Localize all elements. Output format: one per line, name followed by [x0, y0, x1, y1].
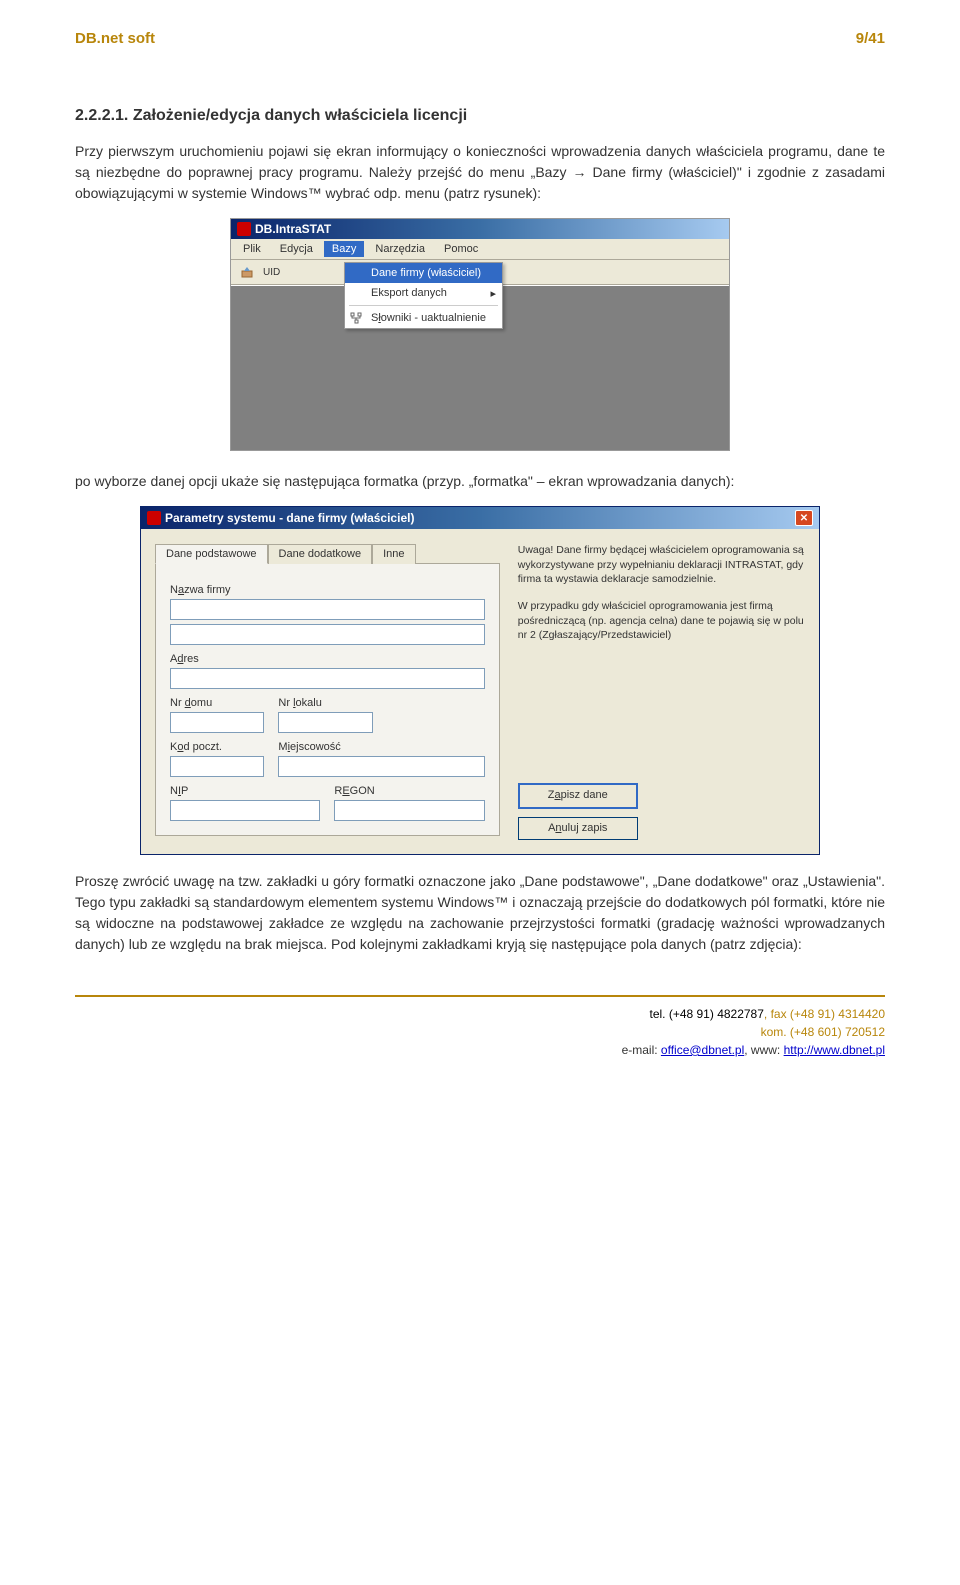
info-paragraph-1: Uwaga! Dane firmy będącej właścicielem o…: [518, 543, 805, 587]
nr-domu-field[interactable]: [170, 712, 264, 733]
regon-field[interactable]: [334, 800, 484, 821]
tab-panel: Nazwa firmy Adres Nr domu Nr lokalu: [155, 563, 500, 836]
dropdown-item-slowniki[interactable]: Słowniki - uaktualnienie: [345, 308, 502, 328]
dialog-icon: [147, 511, 161, 525]
menu-plik[interactable]: Plik: [235, 241, 269, 257]
tree-icon: [349, 311, 363, 325]
label-regon: REGON: [334, 785, 484, 797]
window-title: DB.IntraSTAT: [255, 222, 331, 236]
miejscowosc-field[interactable]: [278, 756, 484, 777]
close-icon[interactable]: ✕: [795, 510, 813, 526]
footer-tel: tel. (+48 91) 4822787: [649, 1007, 763, 1021]
toolbar-button-1[interactable]: [237, 263, 257, 281]
screenshot-intrastat-menu: DB.IntraSTAT Plik Edycja Bazy Narzędzia …: [230, 218, 730, 451]
dialog-titlebar: Parametry systemu - dane firmy (właścici…: [141, 507, 819, 529]
menu-edycja[interactable]: Edycja: [272, 241, 321, 257]
dropdown-item-eksport[interactable]: Eksport danych: [345, 283, 502, 303]
footer-fax: , fax (+48 91) 4314420: [764, 1007, 885, 1021]
menu-pomoc[interactable]: Pomoc: [436, 241, 486, 257]
label-nip: NIP: [170, 785, 320, 797]
dropdown-separator: [349, 305, 498, 306]
menu-bazy[interactable]: Bazy: [324, 241, 364, 257]
nip-field[interactable]: [170, 800, 320, 821]
app-icon: [237, 222, 251, 236]
window-titlebar: DB.IntraSTAT: [231, 219, 729, 239]
label-kod: Kod poczt.: [170, 741, 264, 753]
anuluj-button[interactable]: Anuluj zapis: [518, 817, 638, 840]
dropdown-item-dane-firmy[interactable]: Dane firmy (właściciel): [345, 263, 502, 283]
info-paragraph-2: W przypadku gdy właściciel oprogramowani…: [518, 599, 805, 643]
paragraph-3: Proszę zwrócić uwagę na tzw. zakładki u …: [75, 871, 885, 955]
tab-dane-podstawowe[interactable]: Dane podstawowe: [155, 544, 268, 564]
nazwa-field[interactable]: [170, 599, 485, 620]
email-link[interactable]: office@dbnet.pl: [661, 1043, 744, 1057]
nr-lokalu-field[interactable]: [278, 712, 372, 733]
footer-kom: kom. (+48 601) 720512: [75, 1023, 885, 1041]
tab-dane-dodatkowe[interactable]: Dane dodatkowe: [268, 544, 373, 564]
label-nr-domu: Nr domu: [170, 697, 264, 709]
tab-inne[interactable]: Inne: [372, 544, 415, 564]
label-nr-lokalu: Nr lokalu: [278, 697, 372, 709]
label-nazwa: Nazwa firmy: [170, 584, 485, 596]
adres-field[interactable]: [170, 668, 485, 689]
section-title: 2.2.2.1. Założenie/edycja danych właścic…: [75, 107, 885, 125]
menu-narzedzia[interactable]: Narzędzia: [367, 241, 433, 257]
page-footer: tel. (+48 91) 4822787, fax (+48 91) 4314…: [75, 1005, 885, 1059]
paragraph-1: Przy pierwszym uruchomieniu pojawi się e…: [75, 141, 885, 204]
dropdown-bazy: Dane firmy (właściciel) Eksport danych S…: [344, 262, 503, 329]
dialog-title: Parametry systemu - dane firmy (właścici…: [165, 511, 414, 525]
tab-strip: Dane podstawowe Dane dodatkowe Inne: [155, 543, 500, 563]
footer-separator: [75, 995, 885, 997]
page-indicator: 9/41: [856, 30, 885, 47]
zapisz-button[interactable]: Zapisz dane: [518, 783, 638, 808]
menubar: Plik Edycja Bazy Narzędzia Pomoc: [231, 239, 729, 260]
page-header: DB.net soft 9/41: [75, 30, 885, 47]
uid-label: UID: [263, 267, 280, 278]
label-miejscowosc: Miejscowość: [278, 741, 484, 753]
nazwa-field-2[interactable]: [170, 624, 485, 645]
www-link[interactable]: http://www.dbnet.pl: [784, 1043, 885, 1057]
kod-field[interactable]: [170, 756, 264, 777]
screenshot-dialog: Parametry systemu - dane firmy (właścici…: [140, 506, 820, 855]
paragraph-2: po wyborze danej opcji ukaże się następu…: [75, 471, 885, 492]
label-adres: Adres: [170, 653, 485, 665]
brand-label: DB.net soft: [75, 30, 155, 47]
